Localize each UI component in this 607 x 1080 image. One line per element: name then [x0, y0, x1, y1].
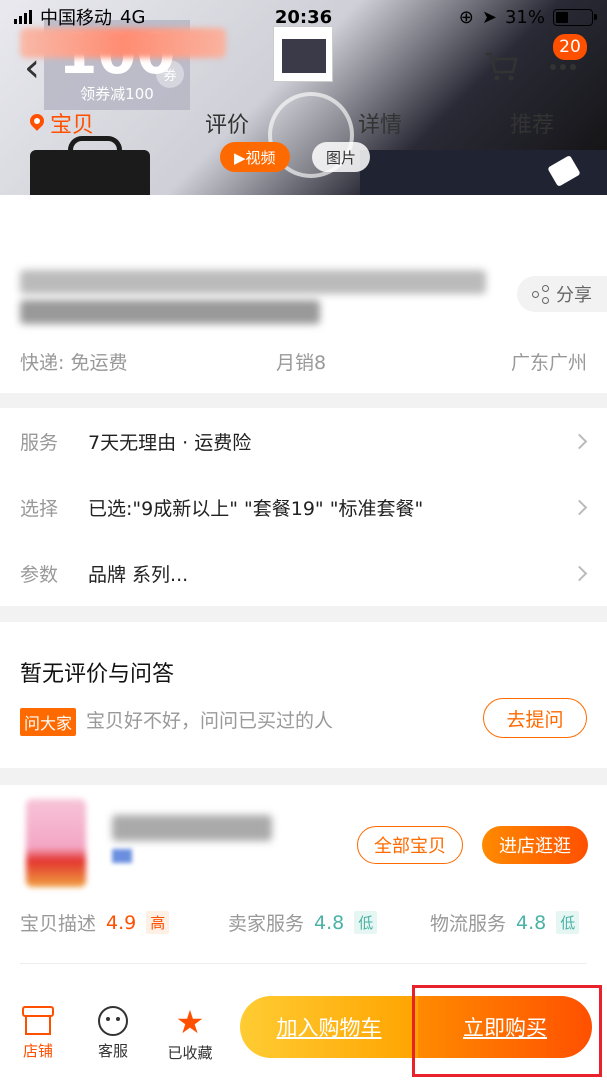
shop-logo[interactable]: [26, 799, 86, 887]
ask-question-button[interactable]: 去提问: [483, 698, 587, 738]
tab-details[interactable]: 详情: [358, 107, 402, 139]
option-value: 7天无理由 · 运费险: [88, 431, 252, 454]
service-label: 客服: [97, 1042, 128, 1060]
shop-name-redacted: [112, 815, 272, 841]
qa-card: 暂无评价与问答 问大家 宝贝好不好，问问已买过的人 去提问: [0, 622, 607, 768]
store-icon: [22, 1006, 54, 1036]
rating-level: 高: [146, 911, 170, 934]
chevron-right-icon: [571, 565, 588, 581]
option-value: 已选:"9成新以上" "套餐19" "标准套餐": [88, 497, 424, 520]
product-tabs: 宝贝 评价 详情 推荐: [0, 100, 607, 146]
ask-everyone-tag: 问大家: [20, 708, 77, 736]
customer-service-button[interactable]: 客服: [83, 1006, 143, 1061]
lock-rotation-icon: ⊕: [458, 6, 474, 28]
back-arrow-icon[interactable]: ‹: [24, 48, 40, 88]
clock: 20:36: [274, 6, 333, 28]
share-button[interactable]: 分享: [517, 276, 607, 312]
rating-level: 低: [354, 911, 378, 934]
chat-bubble-icon: [98, 1006, 128, 1036]
rating-description: 宝贝描述 4.9 高: [20, 909, 170, 936]
rating-score: 4.8: [516, 911, 547, 934]
rating-label: 宝贝描述: [20, 913, 97, 935]
option-row-service[interactable]: 服务 7天无理由 · 运费险: [0, 408, 607, 474]
rating-level: 低: [556, 911, 580, 934]
options-card: 服务 7天无理由 · 运费险 选择 已选:"9成新以上" "套餐19" "标准套…: [0, 408, 607, 606]
option-label: 参数: [20, 563, 59, 586]
network-type: 4G: [120, 6, 146, 28]
status-bar: 中国移动 4G 20:36 ⊕ ➤ 31%: [0, 0, 607, 34]
favorite-label: 已收藏: [167, 1044, 213, 1062]
shipping-info: 快递: 免运费: [20, 352, 128, 374]
rating-seller-service: 卖家服务 4.8 低: [228, 909, 378, 936]
rating-label: 物流服务: [430, 913, 507, 935]
product-title-redacted: [20, 270, 486, 294]
divider: [20, 963, 587, 964]
qa-hint: 宝贝好不好，问问已买过的人: [86, 710, 334, 732]
rating-score: 4.9: [106, 911, 137, 934]
add-to-cart-button[interactable]: 加入购物车: [240, 996, 418, 1058]
star-icon: ★: [175, 1003, 205, 1041]
option-row-params[interactable]: 参数 品牌 系列...: [0, 540, 607, 606]
location-pin-icon: [30, 114, 44, 132]
chevron-right-icon: [571, 499, 588, 515]
visit-shop-button[interactable]: 进店逛逛: [482, 826, 588, 864]
tab-recommend[interactable]: 推荐: [510, 107, 554, 139]
battery-percent: 31%: [504, 6, 545, 28]
favorite-button[interactable]: ★ 已收藏: [160, 1006, 220, 1063]
shop-label: 店铺: [22, 1042, 53, 1060]
qa-title: 暂无评价与问答: [20, 662, 175, 687]
rating-score: 4.8: [314, 911, 345, 934]
ship-from-location: 广东广州: [510, 352, 587, 374]
signal-icon: [14, 10, 32, 24]
product-thumbnail: [273, 26, 333, 82]
share-icon: [532, 285, 550, 304]
tab-product-label: 宝贝: [50, 113, 95, 138]
option-row-selection[interactable]: 选择 已选:"9成新以上" "套餐19" "标准套餐": [0, 474, 607, 540]
shop-tab-button[interactable]: 店铺: [8, 1006, 68, 1061]
option-label: 选择: [20, 497, 59, 520]
all-items-button[interactable]: 全部宝贝: [357, 826, 463, 864]
tab-product[interactable]: 宝贝: [30, 107, 94, 139]
rating-label: 卖家服务: [228, 913, 305, 935]
rating-logistics: 物流服务 4.8 低: [430, 909, 580, 936]
cart-icon[interactable]: [484, 48, 520, 88]
battery-icon: [553, 8, 597, 26]
coupon-unit: 券: [156, 60, 184, 88]
carrier-name: 中国移动: [40, 8, 112, 29]
monthly-sales: 月销8: [276, 352, 327, 374]
highlight-annotation: [412, 985, 602, 1077]
shop-level-badge: [112, 849, 132, 863]
option-label: 服务: [20, 431, 59, 454]
image-button[interactable]: 图片: [312, 142, 371, 172]
option-value: 品牌 系列...: [88, 563, 189, 586]
message-count-badge: 20: [553, 34, 587, 60]
video-button[interactable]: ▶视频: [220, 142, 290, 172]
location-arrow-icon: ➤: [481, 6, 497, 28]
tab-reviews[interactable]: 评价: [205, 107, 249, 139]
product-title-redacted-line2: [20, 300, 320, 324]
bag-image: [30, 136, 150, 195]
share-label: 分享: [556, 285, 592, 306]
chevron-right-icon: [571, 433, 588, 449]
